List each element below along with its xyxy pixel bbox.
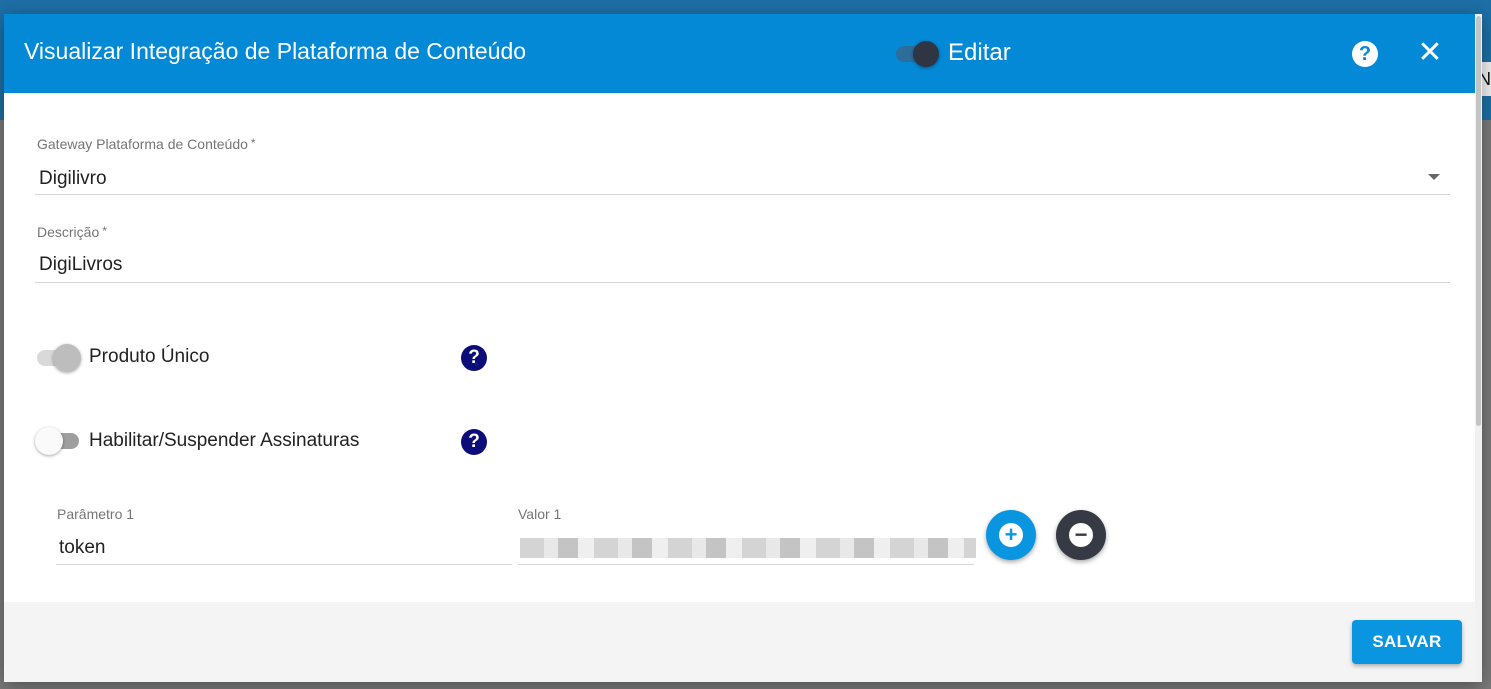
descricao-label-text: Descrição — [37, 224, 100, 240]
scrollbar[interactable] — [1475, 14, 1482, 682]
produto-unico-toggle[interactable] — [35, 344, 83, 372]
help-icon[interactable]: ? — [1352, 41, 1378, 67]
parametro-underline — [56, 564, 512, 565]
assinaturas-thumb — [35, 427, 63, 455]
descricao-underline — [35, 282, 1450, 283]
assinaturas-label: Habilitar/Suspender Assinaturas — [89, 430, 360, 451]
valor-input[interactable] — [520, 538, 976, 558]
edit-label: Editar — [948, 39, 1011, 66]
produto-unico-help-icon[interactable]: ? — [461, 345, 487, 371]
add-parameter-button[interactable]: + — [986, 510, 1036, 560]
parametro-label: Parâmetro 1 — [57, 506, 135, 522]
plus-icon: + — [999, 523, 1023, 547]
required-marker: * — [102, 224, 107, 238]
edit-toggle[interactable] — [894, 36, 940, 70]
save-button[interactable]: SALVAR — [1352, 620, 1462, 664]
gateway-label: Gateway Plataforma de Conteúdo * — [37, 136, 256, 152]
modal-footer: SALVAR — [4, 602, 1482, 682]
assinaturas-help-icon[interactable]: ? — [461, 429, 487, 455]
scrollbar-thumb[interactable] — [1476, 16, 1481, 426]
chevron-down-icon[interactable] — [1428, 174, 1440, 180]
gateway-select[interactable]: Digilivro — [39, 168, 107, 190]
gateway-underline — [35, 194, 1450, 195]
descricao-input[interactable]: DigiLivros — [39, 254, 122, 276]
required-marker: * — [250, 136, 256, 150]
produto-unico-label: Produto Único — [89, 346, 210, 367]
parametro-input[interactable]: token — [59, 537, 105, 559]
valor-label: Valor 1 — [518, 506, 562, 522]
integration-modal: Visualizar Integração de Plataforma de C… — [4, 14, 1482, 682]
produto-unico-thumb — [53, 344, 81, 372]
valor-underline — [518, 564, 974, 565]
assinaturas-toggle[interactable] — [35, 427, 83, 455]
close-icon[interactable]: ✕ — [1414, 36, 1446, 70]
modal-header: Visualizar Integração de Plataforma de C… — [4, 14, 1482, 93]
edit-toggle-group: Editar — [894, 36, 1011, 70]
gateway-label-text: Gateway Plataforma de Conteúdo — [37, 136, 248, 152]
minus-icon: − — [1069, 523, 1093, 547]
edit-toggle-thumb — [913, 41, 939, 67]
descricao-label: Descrição * — [37, 224, 107, 240]
remove-parameter-button[interactable]: − — [1056, 510, 1106, 560]
modal-title: Visualizar Integração de Plataforma de C… — [24, 38, 527, 64]
